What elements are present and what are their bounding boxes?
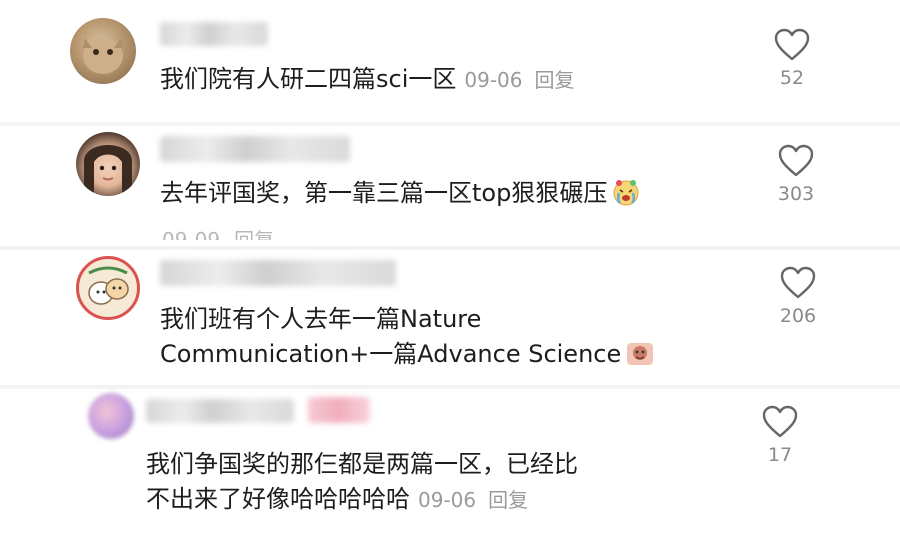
- comment-meta-partial: 09-09 回复: [162, 224, 274, 240]
- avatar[interactable]: [88, 393, 134, 439]
- username-blurred[interactable]: [160, 22, 268, 46]
- heart-outline-icon: [762, 405, 798, 438]
- reply-button[interactable]: 回复: [488, 488, 528, 512]
- comment-text: 我们班有个人去年一篇Nature Communication+一篇Advance…: [160, 302, 655, 372]
- like-button[interactable]: 52: [762, 28, 822, 89]
- comment-item-2: 去年评国奖，第一靠三篇一区top狠狠碾压 09-09 回复 303: [0, 126, 900, 246]
- like-button[interactable]: 17: [750, 405, 810, 466]
- avatar[interactable]: [76, 132, 140, 196]
- username-blurred[interactable]: [160, 260, 396, 286]
- reply-button[interactable]: 回复: [535, 68, 575, 92]
- reply-button[interactable]: 回复: [234, 228, 274, 240]
- heart-outline-icon: [780, 266, 816, 299]
- like-button[interactable]: 303: [766, 144, 826, 205]
- comment-line-2-text: Communication+一篇Advance Science: [160, 340, 622, 368]
- avatar[interactable]: [76, 256, 140, 320]
- comment-date: 09-09: [162, 228, 221, 240]
- like-button[interactable]: 206: [768, 266, 828, 327]
- user-badge-blurred: [308, 397, 370, 423]
- heart-outline-icon: [774, 28, 810, 61]
- comment-date: 09-06: [418, 488, 477, 512]
- like-count: 17: [767, 444, 793, 466]
- like-count: 206: [779, 305, 817, 327]
- comment-date: 09-06: [464, 68, 523, 92]
- comment-text: 我们争国奖的那仨都是两篇一区，已经比 不出来了好像哈哈哈哈哈 09-06 回复: [146, 447, 578, 518]
- comment-text: 去年评国奖，第一靠三篇一区top狠狠碾压: [160, 176, 641, 211]
- comment-meta: 09-06 回复: [464, 68, 574, 92]
- comment-item-3: 我们班有个人去年一篇Nature Communication+一篇Advance…: [0, 250, 900, 385]
- like-count: 52: [779, 67, 805, 89]
- comment-item-1: 我们院有人研二四篇sci一区 09-06 回复 52: [0, 0, 900, 118]
- cartoon-avatar-icon: [88, 266, 129, 305]
- cat-avatar-icon: [83, 38, 123, 74]
- avatar[interactable]: [70, 18, 136, 84]
- like-count: 303: [777, 183, 815, 205]
- comment-item-4: 我们争国奖的那仨都是两篇一区，已经比 不出来了好像哈哈哈哈哈 09-06 回复 17: [0, 389, 900, 538]
- comment-line-2: 不出来了好像哈哈哈哈哈 09-06 回复: [146, 482, 578, 518]
- comment-text: 我们院有人研二四篇sci一区 09-06 回复: [160, 62, 575, 98]
- heart-outline-icon: [778, 144, 814, 177]
- crying-face-emoji: [611, 178, 641, 206]
- sticker-emoji: [625, 339, 655, 367]
- username-blurred[interactable]: [160, 136, 350, 162]
- comment-body: 去年评国奖，第一靠三篇一区top狠狠碾压: [160, 179, 608, 207]
- comment-line-2-text: 不出来了好像哈哈哈哈哈: [146, 485, 410, 513]
- comment-body: 我们院有人研二四篇sci一区: [160, 65, 457, 93]
- comment-line-1: 我们班有个人去年一篇Nature: [160, 305, 482, 333]
- person-avatar-icon: [84, 145, 132, 196]
- comment-line-2: Communication+一篇Advance Science: [160, 337, 655, 372]
- comment-meta: 09-06 回复: [418, 488, 528, 512]
- comment-line-1: 我们争国奖的那仨都是两篇一区，已经比: [146, 450, 578, 478]
- username-blurred[interactable]: [146, 399, 294, 423]
